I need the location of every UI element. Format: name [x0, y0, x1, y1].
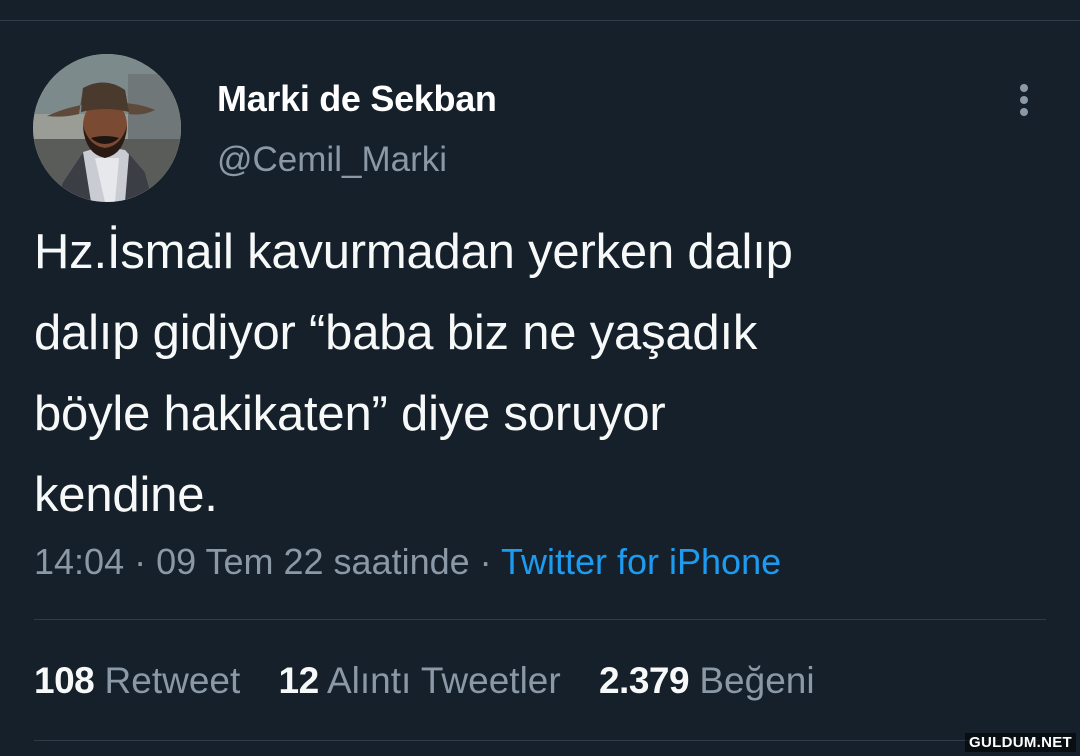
retweet-count: 108 [34, 660, 95, 701]
meta-separator: · [469, 541, 501, 582]
user-avatar[interactable] [33, 54, 181, 202]
like-label: Beğeni [699, 660, 815, 701]
like-count-link[interactable]: 2.379 Beğeni [599, 660, 815, 702]
tweet-date[interactable]: 09 Tem 22 saatinde [156, 541, 470, 582]
tweet-time[interactable]: 14:04 [34, 541, 124, 582]
engagement-stats: 108 Retweet 12 Alıntı Tweetler 2.379 Beğ… [34, 660, 843, 702]
stats-divider [34, 619, 1046, 620]
quote-count-link[interactable]: 12 Alıntı Tweetler [279, 660, 561, 702]
more-options-icon[interactable] [1008, 80, 1042, 120]
meta-separator: · [124, 541, 157, 582]
retweet-count-link[interactable]: 108 Retweet [34, 660, 240, 702]
watermark: GULDUM.NET [965, 733, 1076, 752]
more-dot [1020, 84, 1028, 92]
tweet-text: Hz.İsmail kavurmadan yerken dalıp dalıp … [34, 225, 793, 522]
tweet-meta: 14:04 · 09 Tem 22 saatinde · Twitter for… [34, 541, 781, 583]
bottom-divider [34, 740, 1046, 741]
top-divider [0, 20, 1080, 21]
quote-count: 12 [278, 660, 320, 701]
retweet-label: Retweet [104, 660, 241, 701]
author-display-name[interactable]: Marki de Sekban [217, 78, 497, 120]
like-count: 2.379 [598, 660, 690, 701]
quote-label: Alıntı Tweetler [326, 660, 561, 701]
tweet-source-link[interactable]: Twitter for iPhone [501, 541, 781, 582]
more-dot [1020, 96, 1028, 104]
more-dot [1020, 108, 1028, 116]
author-handle[interactable]: @Cemil_Marki [217, 140, 447, 180]
avatar-photo [33, 54, 181, 202]
